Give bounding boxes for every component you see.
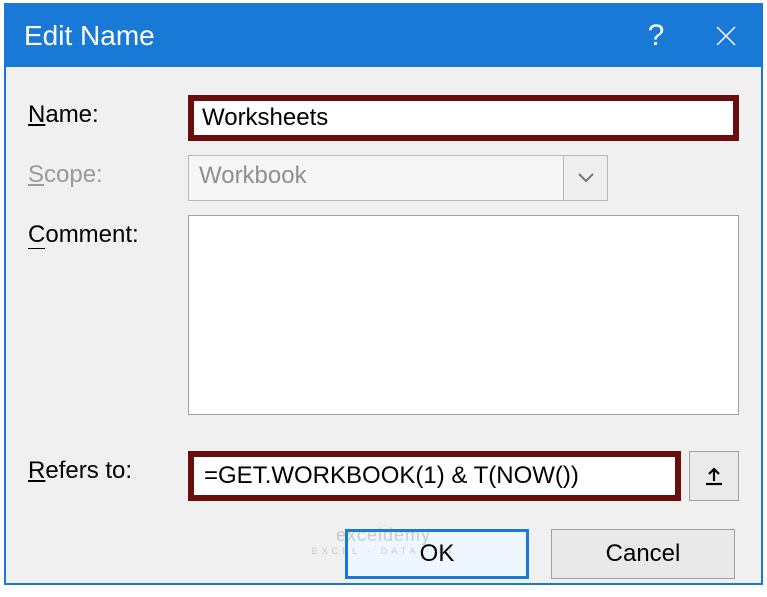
comment-input[interactable] [188, 215, 739, 415]
help-icon: ? [648, 19, 665, 53]
collapse-dialog-button[interactable] [689, 451, 739, 501]
help-button[interactable]: ? [621, 5, 691, 67]
title-bar: Edit Name ? [6, 5, 761, 67]
comment-label: Comment: [28, 215, 188, 249]
refers-label: Refers to: [28, 451, 188, 485]
name-input[interactable] [188, 95, 739, 141]
refers-row: Refers to: [28, 451, 739, 501]
refers-input[interactable] [188, 451, 681, 501]
name-row: Name: [28, 95, 739, 141]
ok-label: OK [420, 540, 455, 568]
name-label: Name: [28, 95, 188, 129]
chevron-down-icon [578, 173, 594, 183]
cancel-button[interactable]: Cancel [551, 529, 735, 579]
comment-text [189, 216, 738, 415]
ok-button[interactable]: OK [345, 529, 529, 579]
edit-name-dialog: Edit Name ? Name: Scope: Workbook [4, 3, 763, 585]
comment-row: Comment: [28, 215, 739, 415]
scope-select: Workbook [188, 155, 608, 201]
scope-row: Scope: Workbook [28, 155, 739, 201]
cancel-label: Cancel [606, 540, 681, 568]
close-icon [714, 24, 738, 48]
scope-dropdown-button [563, 156, 607, 200]
scope-label: Scope: [28, 155, 188, 189]
button-row: OK Cancel [28, 529, 739, 579]
dialog-body: Name: Scope: Workbook Comment: [6, 67, 761, 597]
scope-value: Workbook [189, 156, 563, 200]
collapse-icon [703, 465, 725, 487]
close-button[interactable] [691, 5, 761, 67]
dialog-title: Edit Name [24, 20, 155, 52]
